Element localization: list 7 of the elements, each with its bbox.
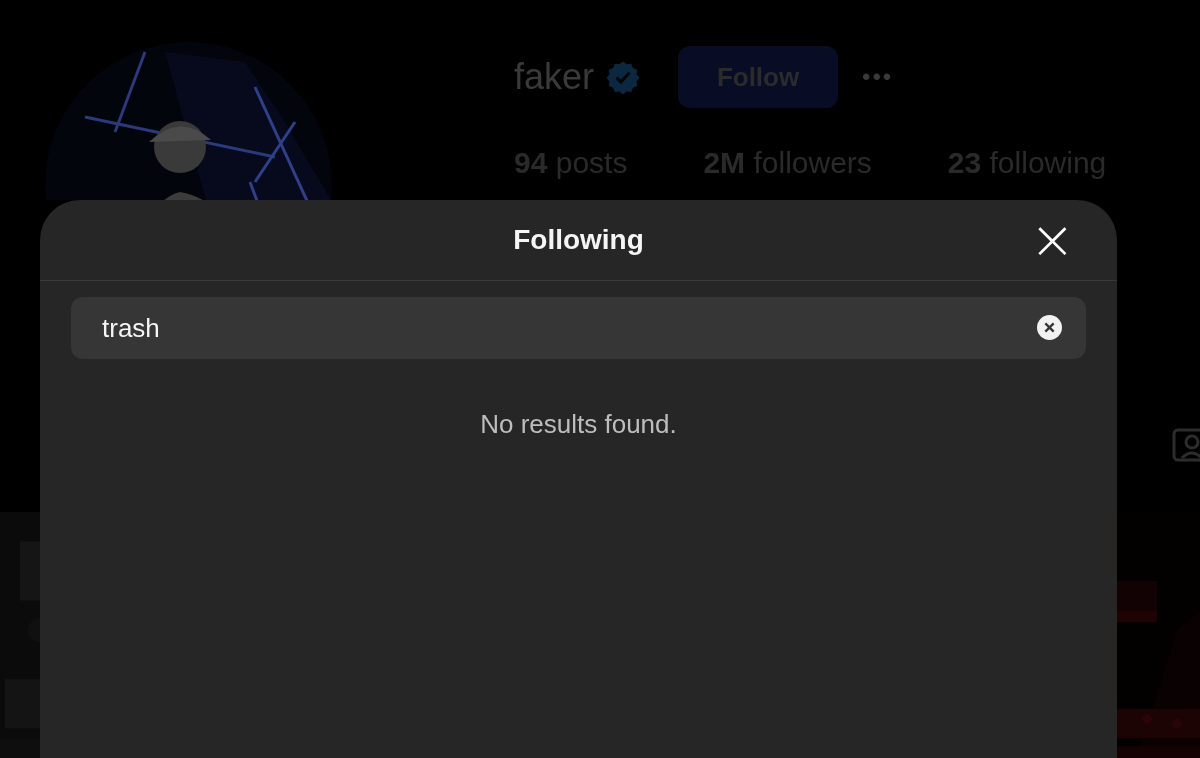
username: faker xyxy=(514,56,595,98)
dialog-title: Following xyxy=(513,224,644,256)
more-button[interactable]: ••• xyxy=(862,63,894,91)
close-button[interactable]: × xyxy=(1025,218,1079,262)
empty-message: No results found. xyxy=(479,409,678,440)
clear-icon[interactable] xyxy=(1037,315,1062,340)
search-field[interactable]: trash xyxy=(71,297,1086,359)
